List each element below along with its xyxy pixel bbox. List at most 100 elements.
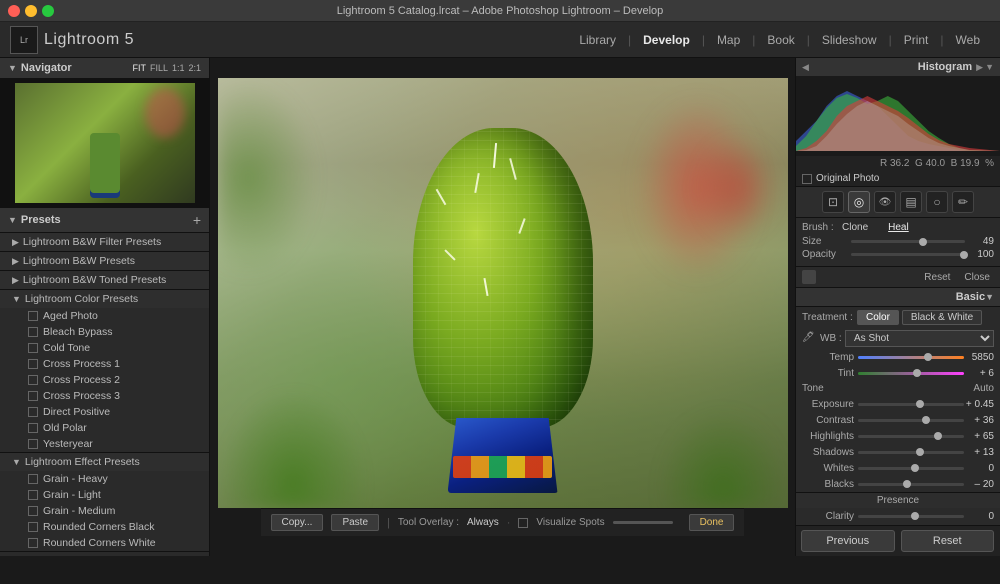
preset-cold-tone[interactable]: Cold Tone — [0, 340, 209, 356]
tint-thumb[interactable] — [913, 369, 921, 377]
navigator-preview-image[interactable] — [15, 83, 195, 203]
main-image[interactable] — [218, 78, 788, 508]
preset-old-polar[interactable]: Old Polar — [0, 420, 209, 436]
contrast-track[interactable] — [858, 419, 964, 422]
contrast-thumb[interactable] — [922, 416, 930, 424]
preset-rounded-black[interactable]: Rounded Corners Black — [0, 519, 209, 535]
wb-eyedropper-icon[interactable]: 🖊 — [802, 332, 816, 346]
nav-web[interactable]: Web — [946, 29, 990, 51]
preset-cross-process-3[interactable]: Cross Process 3 — [0, 388, 209, 404]
whites-track[interactable] — [858, 467, 964, 470]
preset-aged-photo[interactable]: Aged Photo — [0, 308, 209, 324]
preset-group-color-header[interactable]: ▼ Lightroom Color Presets — [0, 290, 209, 308]
fit-option-fit[interactable]: FIT — [132, 63, 146, 73]
crop-tool-icon[interactable]: ⊡ — [822, 191, 844, 213]
spot-removal-tool-icon[interactable]: ◎ — [848, 191, 870, 213]
preset-cross-process-2-icon — [28, 375, 38, 385]
navigator-header[interactable]: ▼ Navigator FIT FILL 1:1 2:1 — [0, 58, 209, 79]
graduated-filter-tool-icon[interactable]: ▤ — [900, 191, 922, 213]
copy-button[interactable]: Copy... — [271, 514, 324, 531]
brush-opacity-track[interactable] — [851, 253, 965, 256]
presets-add-button[interactable]: + — [193, 212, 201, 228]
exposure-thumb[interactable] — [916, 400, 924, 408]
preset-direct-positive[interactable]: Direct Positive — [0, 404, 209, 420]
preset-group-bw-toned: ▶ Lightroom B&W Toned Presets — [0, 271, 209, 290]
histogram-clip-right[interactable]: ▶ — [976, 62, 983, 73]
preset-grain-medium[interactable]: Grain - Medium — [0, 503, 209, 519]
preset-grain-light[interactable]: Grain - Light — [0, 487, 209, 503]
highlights-thumb[interactable] — [934, 432, 942, 440]
brush-size-thumb[interactable] — [919, 238, 927, 246]
color-treatment-button[interactable]: Color — [857, 310, 899, 325]
exposure-slider-row: Exposure + 0.45 — [796, 396, 1000, 412]
preset-bleach-bypass[interactable]: Bleach Bypass — [0, 324, 209, 340]
brush-size-row: Size 49 — [802, 236, 994, 247]
preset-group-bw-filter-header[interactable]: ▶ Lightroom B&W Filter Presets — [0, 233, 209, 251]
presets-header[interactable]: ▼ Presets + — [0, 208, 209, 233]
preset-grain-heavy[interactable]: Grain - Heavy — [0, 471, 209, 487]
temp-track[interactable] — [858, 356, 964, 359]
whites-slider-row: Whites 0 — [796, 460, 1000, 476]
reset-button[interactable]: Reset — [920, 271, 954, 284]
histogram-clip-left[interactable]: ◀ — [802, 62, 809, 73]
temp-slider-row: Temp 5850 — [796, 349, 1000, 365]
minimize-window-button[interactable] — [25, 5, 37, 17]
shadows-thumb[interactable] — [916, 448, 924, 456]
brush-clone-option[interactable]: Clone — [842, 222, 868, 233]
preset-group-bw-header[interactable]: ▶ Lightroom B&W Presets — [0, 252, 209, 270]
blacks-thumb[interactable] — [903, 480, 911, 488]
exposure-track[interactable] — [858, 403, 964, 406]
bw-treatment-button[interactable]: Black & White — [902, 310, 982, 325]
tone-auto-button[interactable]: Auto — [973, 383, 994, 394]
tool-overlay-value[interactable]: Always — [467, 517, 499, 528]
preset-cross-process-1[interactable]: Cross Process 1 — [0, 356, 209, 372]
preset-group-effect-header[interactable]: ▼ Lightroom Effect Presets — [0, 453, 209, 471]
close-button[interactable]: Close — [960, 271, 994, 284]
presets-title: Presets — [21, 214, 193, 226]
preset-aged-photo-label: Aged Photo — [43, 310, 98, 322]
histogram-title: Histogram — [809, 61, 972, 73]
temp-thumb[interactable] — [924, 353, 932, 361]
clarity-thumb[interactable] — [911, 512, 919, 520]
shadows-track[interactable] — [858, 451, 964, 454]
tint-track[interactable] — [858, 372, 964, 375]
maximize-window-button[interactable] — [42, 5, 54, 17]
preset-yesteryear[interactable]: Yesteryear — [0, 436, 209, 452]
visualize-spots-checkbox[interactable] — [518, 518, 528, 528]
blacks-track[interactable] — [858, 483, 964, 486]
right-reset-button[interactable]: Reset — [901, 530, 995, 552]
adjustment-brush-tool-icon[interactable]: ✏ — [952, 191, 974, 213]
done-button[interactable]: Done — [689, 514, 735, 531]
nav-print[interactable]: Print — [894, 29, 939, 51]
close-window-button[interactable] — [8, 5, 20, 17]
histogram-g-value: 40.0 — [926, 158, 945, 169]
section-lock-icon[interactable] — [802, 270, 816, 284]
nav-book[interactable]: Book — [757, 29, 804, 51]
paste-button[interactable]: Paste — [331, 514, 379, 531]
wb-dropdown[interactable]: As Shot Auto Daylight Cloudy Custom — [845, 330, 994, 347]
radial-filter-tool-icon[interactable]: ○ — [926, 191, 948, 213]
nav-map[interactable]: Map — [707, 29, 750, 51]
original-photo-checkbox[interactable] — [802, 174, 812, 184]
brush-size-value: 49 — [969, 236, 994, 247]
basic-section-header[interactable]: Basic ▼ — [796, 288, 1000, 307]
visualize-spots-slider[interactable] — [613, 521, 673, 524]
fit-option-1-1[interactable]: 1:1 — [172, 63, 185, 73]
clarity-track[interactable] — [858, 515, 964, 518]
whites-thumb[interactable] — [911, 464, 919, 472]
nav-develop[interactable]: Develop — [633, 29, 700, 51]
preset-rounded-white[interactable]: Rounded Corners White — [0, 535, 209, 551]
preset-cross-process-2[interactable]: Cross Process 2 — [0, 372, 209, 388]
histogram-menu[interactable]: ▼ — [985, 62, 994, 72]
nav-slideshow[interactable]: Slideshow — [812, 29, 887, 51]
highlights-track[interactable] — [858, 435, 964, 438]
nav-library[interactable]: Library — [569, 29, 626, 51]
fit-option-fill[interactable]: FILL — [150, 63, 168, 73]
fit-option-2-1[interactable]: 2:1 — [188, 63, 201, 73]
brush-heal-option[interactable]: Heal — [888, 222, 909, 233]
previous-button[interactable]: Previous — [801, 530, 895, 552]
brush-opacity-thumb[interactable] — [960, 251, 968, 259]
brush-size-track[interactable] — [851, 240, 965, 243]
preset-group-bw-toned-header[interactable]: ▶ Lightroom B&W Toned Presets — [0, 271, 209, 289]
redeye-tool-icon[interactable]: 👁 — [874, 191, 896, 213]
